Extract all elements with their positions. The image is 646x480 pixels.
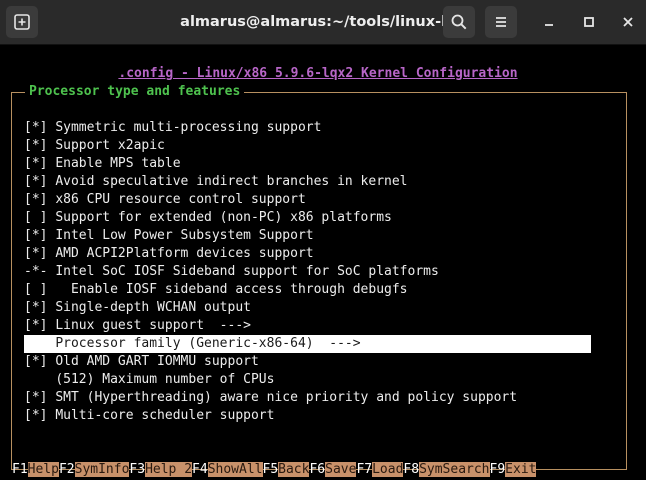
item-marker: [*] — [24, 174, 48, 189]
menu-item[interactable]: [ ] Enable IOSF sideband access through … — [24, 281, 408, 299]
item-marker: [*] — [24, 138, 48, 153]
fkey-label: SymInfo — [74, 462, 130, 477]
maximize-button[interactable] — [573, 6, 605, 38]
item-label: Symmetric multi-processing support — [55, 120, 322, 135]
fkey-f6[interactable]: F6 — [309, 462, 325, 477]
menu-item[interactable]: [*] Avoid speculative indirect branches … — [24, 173, 408, 191]
item-label: Multi-core scheduler support — [55, 408, 275, 423]
item-marker — [24, 372, 47, 387]
fkey-label: Help — [27, 462, 59, 477]
item-marker: [*] — [24, 156, 48, 171]
item-label: Linux guest support ---> — [55, 318, 251, 333]
minimize-icon — [545, 24, 553, 26]
item-label: Single-depth WCHAN output — [55, 300, 251, 315]
close-icon — [623, 17, 633, 27]
config-title: .config - Linux/x86 5.9.6-lqx2 Kernel Co… — [118, 66, 518, 81]
item-marker: -*- — [24, 264, 48, 279]
item-label: (512) Maximum number of CPUs — [55, 372, 275, 387]
menu-item[interactable]: [*] Symmetric multi-processing support — [24, 119, 321, 137]
fkey-f1[interactable]: F1 — [12, 462, 28, 477]
fkey-f9[interactable]: F9 — [490, 462, 506, 477]
menu-item[interactable]: Processor family (Generic-x86-64) ---> — [24, 335, 591, 353]
fkey-label: Save — [325, 462, 357, 477]
menu-item[interactable]: [*] Enable MPS table — [24, 155, 181, 173]
fkey-label: SymSearch — [419, 462, 490, 477]
item-label: Enable IOSF sideband access through debu… — [55, 282, 408, 297]
item-label: Support x2apic — [55, 138, 165, 153]
fkey-f2[interactable]: F2 — [59, 462, 75, 477]
menu-item[interactable]: [*] Old AMD GART IOMMU support — [24, 353, 259, 371]
new-tab-icon — [14, 14, 30, 30]
maximize-icon — [584, 17, 594, 27]
item-marker: [*] — [24, 192, 48, 207]
menu-button[interactable] — [485, 6, 517, 38]
item-label: Avoid speculative indirect branches in k… — [55, 174, 408, 189]
item-label: Old AMD GART IOMMU support — [55, 354, 259, 369]
fkey-f3[interactable]: F3 — [129, 462, 145, 477]
fkey-f8[interactable]: F8 — [403, 462, 419, 477]
search-button[interactable] — [443, 6, 475, 38]
menu-item[interactable]: [*] Support x2apic — [24, 137, 165, 155]
search-icon — [451, 14, 467, 30]
item-label: Processor family (Generic-x86-64) ---> — [55, 336, 361, 351]
item-marker: [*] — [24, 246, 48, 261]
section-title: Processor type and features — [25, 83, 245, 101]
minimize-button[interactable] — [533, 6, 565, 38]
close-button[interactable] — [612, 6, 644, 38]
menu-item[interactable]: (512) Maximum number of CPUs — [24, 371, 274, 389]
fkey-f5[interactable]: F5 — [263, 462, 279, 477]
item-label: SMT (Hyperthreading) aware nice priority… — [55, 390, 518, 405]
fkey-f7[interactable]: F7 — [356, 462, 372, 477]
item-marker: [*] — [24, 300, 48, 315]
menu-item[interactable]: [*] x86 CPU resource control support — [24, 191, 306, 209]
menu-item[interactable]: -*- Intel SoC IOSF Sideband support for … — [24, 263, 439, 281]
item-marker: [*] — [24, 390, 48, 405]
fkey-label: Load — [372, 462, 404, 477]
fkey-label: Help 2 — [145, 462, 193, 477]
item-label: AMD ACPI2Platform devices support — [55, 246, 314, 261]
menu-item[interactable]: [*] Intel Low Power Subsystem Support — [24, 227, 314, 245]
fkey-label: Back — [278, 462, 310, 477]
menu-item[interactable]: [*] Multi-core scheduler support — [24, 407, 274, 425]
item-label: Support for extended (non-PC) x86 platfo… — [55, 210, 392, 225]
menu-item[interactable]: [*] SMT (Hyperthreading) aware nice prio… — [24, 389, 517, 407]
item-marker: [ ] — [24, 210, 48, 225]
item-marker: [*] — [24, 354, 48, 369]
new-tab-button[interactable] — [6, 6, 38, 38]
hamburger-icon — [496, 17, 506, 27]
item-marker: [*] — [24, 408, 48, 423]
item-marker: [*] — [24, 228, 48, 243]
menu-item[interactable]: [ ] Support for extended (non-PC) x86 pl… — [24, 209, 392, 227]
item-label: Intel SoC IOSF Sideband support for SoC … — [55, 264, 439, 279]
item-marker: [*] — [24, 120, 48, 135]
item-marker — [24, 336, 47, 351]
fkey-label: ShowAll — [207, 462, 263, 477]
item-marker: [*] — [24, 318, 48, 333]
terminal[interactable]: .config - Linux/x86 5.9.6-lqx2 Kernel Co… — [0, 45, 646, 480]
function-key-bar: F1HelpF2SymInfoF3Help 2F4ShowAllF5BackF6… — [12, 461, 537, 479]
item-label: Enable MPS table — [55, 156, 181, 171]
title-bar: almarus@almarus:~/tools/linux-lqx — [0, 0, 646, 45]
item-label: x86 CPU resource control support — [55, 192, 306, 207]
fkey-f4[interactable]: F4 — [192, 462, 208, 477]
menu-item[interactable]: [*] Single-depth WCHAN output — [24, 299, 251, 317]
menu-item[interactable]: [*] Linux guest support ---> — [24, 317, 251, 335]
item-label: Intel Low Power Subsystem Support — [55, 228, 314, 243]
fkey-label: Exit — [505, 462, 537, 477]
menu-item[interactable]: [*] AMD ACPI2Platform devices support — [24, 245, 314, 263]
item-marker: [ ] — [24, 282, 48, 297]
